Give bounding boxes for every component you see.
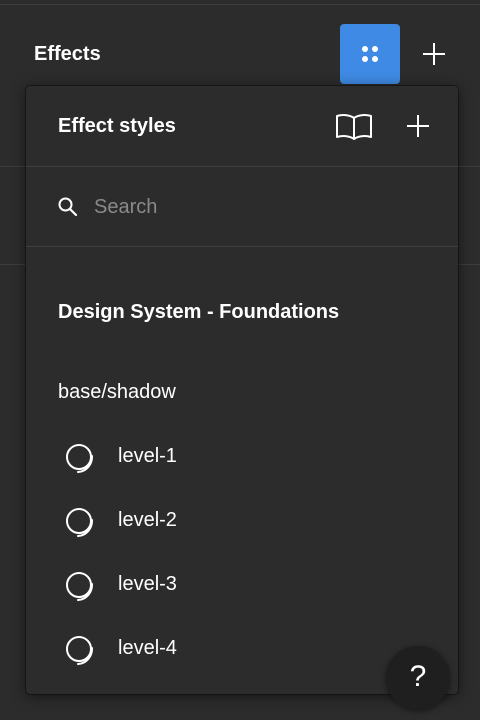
- search-input[interactable]: [94, 193, 424, 221]
- style-item-label: level-1: [118, 445, 177, 467]
- style-item-label: level-2: [118, 509, 177, 531]
- drop-shadow-icon: [66, 444, 94, 473]
- style-group-name[interactable]: base/shadow: [58, 380, 176, 404]
- drop-shadow-icon: [66, 508, 94, 537]
- style-item-label: level-4: [118, 637, 177, 659]
- style-item-level-3[interactable]: level-3: [42, 556, 442, 612]
- search-bar: [26, 167, 458, 246]
- divider: [458, 166, 480, 167]
- search-icon: [56, 195, 80, 219]
- popover-header: Effect styles: [26, 86, 458, 166]
- drop-shadow-icon: [66, 572, 94, 601]
- style-library-button[interactable]: [340, 24, 400, 84]
- effects-section-title: Effects: [34, 43, 101, 65]
- style-item-level-2[interactable]: level-2: [42, 492, 442, 548]
- divider: [0, 264, 26, 265]
- help-button[interactable]: ?: [386, 646, 450, 710]
- add-effect-button[interactable]: [416, 36, 452, 72]
- open-libraries-button[interactable]: [334, 110, 374, 142]
- popover-title: Effect styles: [58, 115, 176, 137]
- plus-icon: [407, 115, 429, 137]
- style-item-label: level-3: [118, 573, 177, 595]
- divider: [0, 4, 480, 5]
- grid-dots-icon: [362, 46, 378, 62]
- divider: [458, 264, 480, 265]
- drop-shadow-icon: [66, 636, 94, 665]
- book-icon: [336, 114, 372, 140]
- style-item-level-1[interactable]: level-1: [42, 428, 442, 484]
- divider: [26, 246, 458, 247]
- library-name: Design System - Foundations: [58, 301, 340, 323]
- effect-styles-popover: Effect styles Design System - Foundation…: [26, 86, 458, 694]
- help-icon: ?: [409, 660, 427, 693]
- divider: [0, 166, 26, 167]
- style-item-level-4[interactable]: level-4: [42, 620, 442, 676]
- create-style-button[interactable]: [400, 108, 436, 144]
- plus-icon: [423, 43, 445, 65]
